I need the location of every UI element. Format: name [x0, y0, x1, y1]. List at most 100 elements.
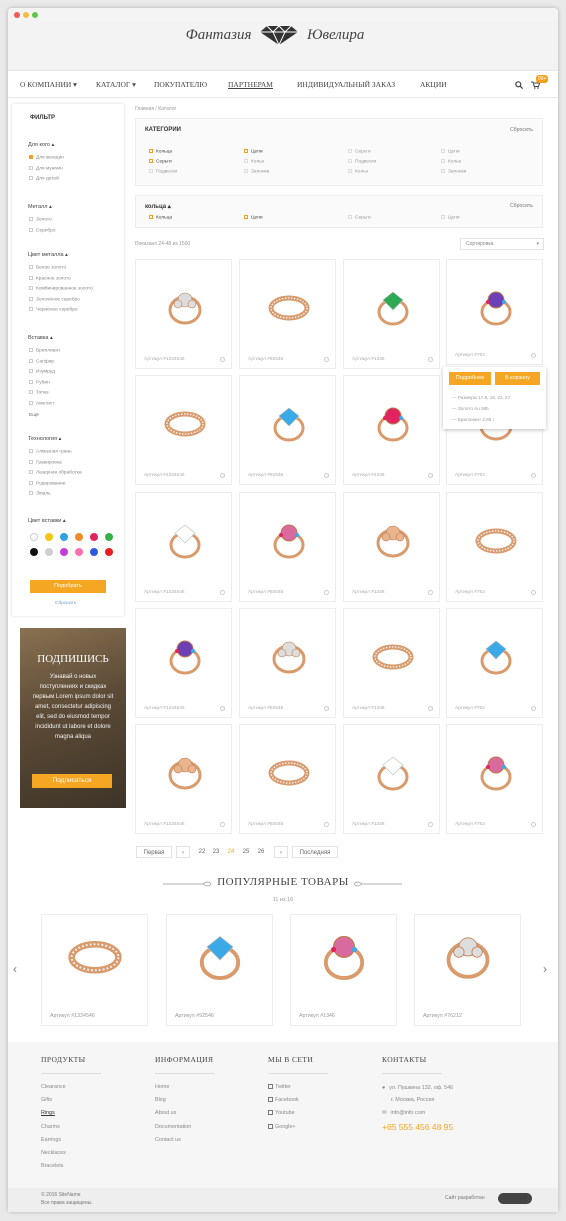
nav-item-buyers[interactable]: ПОКУПАТЕЛЮ [154, 71, 207, 99]
filter-checkbox[interactable]: Рубин [29, 379, 50, 385]
zoom-icon[interactable] [324, 473, 329, 478]
apply-filter-button[interactable]: Подобрать [30, 580, 106, 593]
zoom-icon[interactable] [428, 822, 433, 827]
pager-page-25[interactable]: 25 [240, 846, 252, 858]
pager-page-22[interactable]: 22 [196, 846, 208, 858]
close-window-button[interactable] [14, 12, 20, 18]
minimize-window-button[interactable] [23, 12, 29, 18]
color-swatch[interactable] [75, 548, 83, 556]
category-checkbox[interactable]: Серьги [348, 149, 371, 154]
product-image[interactable] [164, 286, 206, 328]
category-checkbox[interactable]: Кольца [149, 215, 172, 220]
category-checkbox[interactable]: Запонки [244, 169, 269, 174]
zoom-icon[interactable] [324, 822, 329, 827]
filter-checkbox[interactable]: Родирование [29, 480, 66, 486]
footer-product-link[interactable]: Earrings [41, 1137, 61, 1143]
details-button[interactable]: Подробнее [449, 372, 491, 385]
filter-checkbox[interactable]: Лазерная обработка [29, 470, 82, 475]
add-to-cart-button[interactable]: В корзину [495, 372, 540, 385]
filter-group-title[interactable]: Технология ▴ [28, 436, 61, 442]
product-image[interactable] [475, 519, 517, 561]
popular-product-card[interactable]: Артикул #92546 [166, 914, 273, 1026]
product-card[interactable]: Артикул #1334546 [135, 724, 232, 834]
color-swatch[interactable] [30, 533, 38, 541]
zoom-icon[interactable] [428, 590, 433, 595]
pager-first[interactable]: Первая [136, 846, 172, 858]
product-card[interactable]: Артикул #1346 [343, 724, 440, 834]
footer-product-link[interactable]: Bracelets [41, 1163, 63, 1169]
category-checkbox[interactable]: Кольца [149, 149, 172, 154]
footer-product-link[interactable]: Rings [41, 1110, 55, 1116]
product-image[interactable] [475, 635, 517, 677]
zoom-icon[interactable] [324, 706, 329, 711]
footer-social-link[interactable]: Youtube [268, 1110, 295, 1116]
filter-checkbox[interactable]: Аметист [29, 400, 54, 406]
zoom-icon[interactable] [324, 357, 329, 362]
nav-item-partners[interactable]: ПАРТНЕРАМ [228, 71, 273, 99]
color-swatch[interactable] [45, 533, 53, 541]
category-checkbox[interactable]: Подвески [348, 159, 376, 164]
footer-info-link[interactable]: Contact us [155, 1137, 181, 1143]
zoom-icon[interactable] [220, 473, 225, 478]
product-image[interactable] [164, 635, 206, 677]
pager-page-26[interactable]: 26 [255, 846, 267, 858]
popular-product-card[interactable]: Артикул #76212 [414, 914, 521, 1026]
product-card[interactable]: Артикул #92546 [239, 259, 336, 369]
footer-info-link[interactable]: Blog [155, 1097, 166, 1103]
category-checkbox[interactable]: Цепи [244, 149, 263, 154]
product-image[interactable] [164, 402, 206, 444]
breadcrumb[interactable]: Главная / Каталог [135, 106, 176, 112]
zoom-icon[interactable] [428, 473, 433, 478]
category-checkbox[interactable]: Цепи [244, 215, 263, 220]
product-image[interactable] [372, 519, 414, 561]
category-checkbox[interactable]: Серьги [149, 159, 172, 164]
product-image[interactable] [268, 402, 310, 444]
nav-item-custom-order[interactable]: ИНДИВИДУАЛЬНЫЙ ЗАКАЗ [297, 71, 395, 99]
sort-select[interactable]: Сортировка ▾ [460, 238, 544, 250]
popular-product-card[interactable]: Артикул #1346 [290, 914, 397, 1026]
nav-item-sales[interactable]: АКЦИИ [420, 71, 447, 99]
footer-social-link[interactable]: Facebook [268, 1097, 299, 1103]
footer-product-link[interactable]: Gifts [41, 1097, 52, 1103]
color-swatch[interactable] [30, 548, 38, 556]
category-checkbox[interactable]: Колье [244, 159, 264, 164]
zoom-icon[interactable] [324, 590, 329, 595]
product-image[interactable] [268, 635, 310, 677]
maximize-window-button[interactable] [32, 12, 38, 18]
filter-group-title[interactable]: Для кого ▴ [28, 142, 54, 148]
nav-item-catalog[interactable]: КАТАЛОГ ▾ [96, 71, 136, 99]
filter-more-link[interactable]: Ещё [29, 413, 39, 418]
zoom-icon[interactable] [531, 822, 536, 827]
carousel-prev-arrow[interactable]: ‹ [13, 962, 17, 976]
product-card[interactable]: Артикул #92546 [239, 724, 336, 834]
filter-checkbox[interactable]: Алмазная грань [29, 449, 72, 454]
filter-checkbox[interactable]: Для женщин [29, 155, 64, 160]
filter-checkbox[interactable]: Эмаль [29, 491, 51, 496]
zoom-icon[interactable] [531, 590, 536, 595]
product-card[interactable]: Артикул #1334546 [135, 375, 232, 485]
product-image[interactable] [193, 929, 248, 984]
footer-social-link[interactable]: Twitter [268, 1084, 291, 1090]
site-logo[interactable]: Фантазия Ювелира [0, 22, 550, 46]
product-image[interactable] [372, 751, 414, 793]
product-card[interactable]: Артикул #92546 [239, 375, 336, 485]
category-checkbox[interactable]: Запонки [441, 169, 466, 174]
product-card[interactable]: Артикул #762 [446, 259, 543, 365]
filter-checkbox[interactable]: Комбинированное золото [29, 286, 93, 291]
product-card[interactable]: Артикул #762 [446, 608, 543, 718]
product-image[interactable] [268, 286, 310, 328]
filter-checkbox[interactable]: Гравировка [29, 459, 62, 465]
filter-checkbox[interactable]: Золочёное серебро [29, 296, 80, 302]
footer-social-link[interactable]: Google+ [268, 1124, 296, 1130]
filter-checkbox[interactable]: Для детей [29, 176, 59, 181]
product-image[interactable] [268, 751, 310, 793]
product-image[interactable] [164, 519, 206, 561]
developer-credit[interactable]: Сайт разработан [445, 1195, 485, 1201]
filter-checkbox[interactable]: Изумруд [29, 369, 55, 374]
zoom-icon[interactable] [428, 706, 433, 711]
subscribe-button[interactable]: Подписаться [32, 774, 112, 788]
product-image[interactable] [441, 929, 496, 984]
product-card[interactable]: Артикул #1346 [343, 375, 440, 485]
footer-info-link[interactable]: Documentation [155, 1124, 191, 1130]
filter-checkbox[interactable]: Чернёное серебро [29, 307, 78, 312]
